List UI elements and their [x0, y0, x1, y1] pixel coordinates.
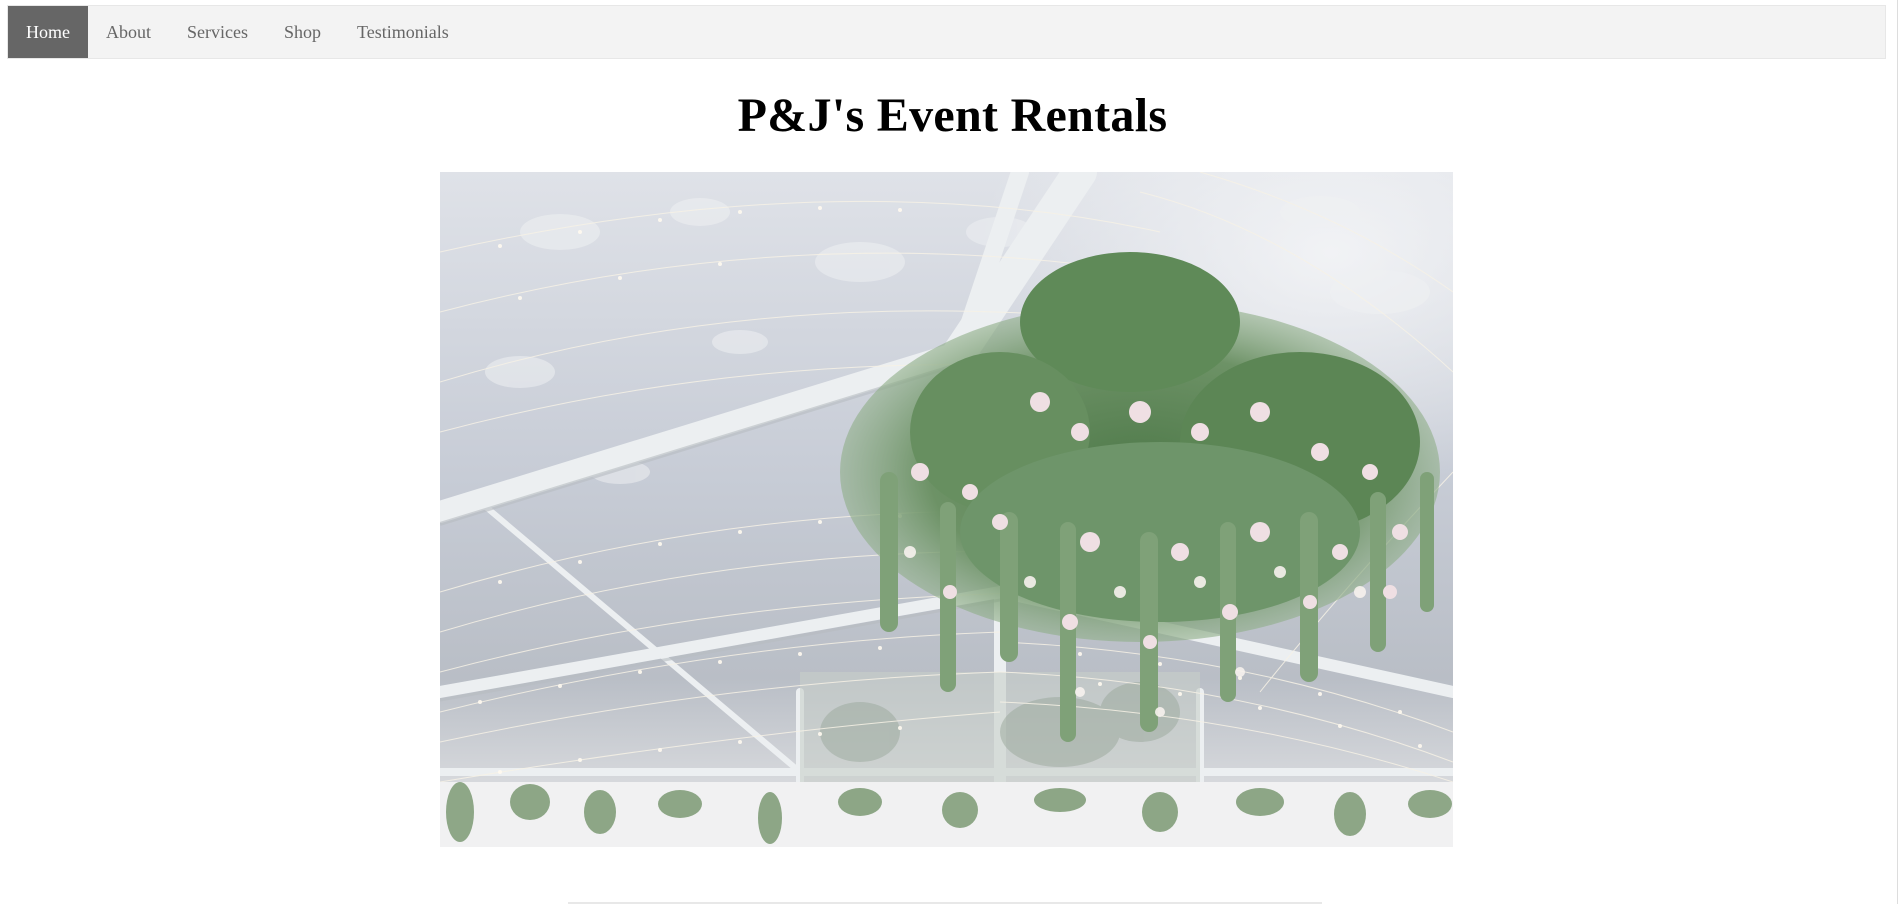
- page: Home About Services Shop Testimonials P&…: [0, 0, 1898, 904]
- page-title: P&J's Event Rentals: [737, 89, 1168, 142]
- nav-item-services[interactable]: Services: [169, 6, 266, 58]
- hero-image: [440, 172, 1453, 847]
- nav-item-home[interactable]: Home: [8, 6, 88, 58]
- nav-item-shop[interactable]: Shop: [266, 6, 339, 58]
- nav-item-about[interactable]: About: [88, 6, 169, 58]
- nav-item-testimonials[interactable]: Testimonials: [339, 6, 467, 58]
- top-navigation-bar: Home About Services Shop Testimonials: [7, 5, 1886, 59]
